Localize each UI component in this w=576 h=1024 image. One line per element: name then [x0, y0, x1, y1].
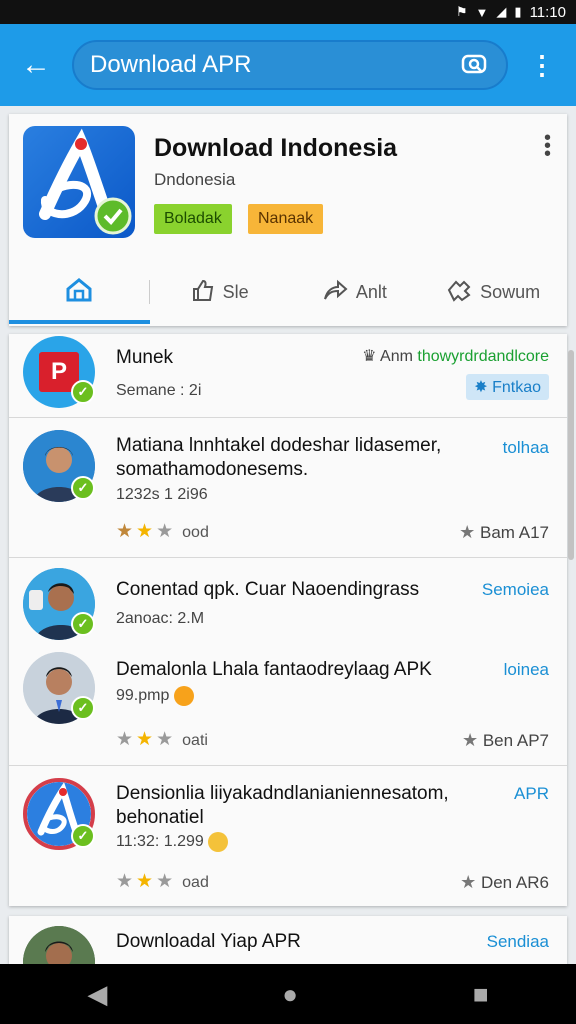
badge-icon: ✸: [474, 379, 488, 396]
app-title: Download Indonesia: [154, 134, 398, 162]
list-item[interactable]: P ✓ Munek Semane : 2i ♛ Anm thowyrdrdand…: [9, 334, 567, 418]
item-meta: 11:32: 1.299: [116, 832, 229, 852]
item-title: Demalonla Lhala fantaodreylaag APK: [116, 659, 432, 680]
tab-share[interactable]: Anlt: [290, 259, 420, 325]
tab-like[interactable]: Sle: [150, 259, 290, 325]
scrollbar[interactable]: [568, 350, 574, 560]
item-link[interactable]: loinea: [504, 660, 549, 680]
tab-label: Anlt: [355, 281, 387, 302]
item-link[interactable]: APR: [514, 784, 549, 804]
tab-label: Sle: [222, 281, 249, 302]
item-meta: 1232s 1 2i96: [116, 486, 208, 503]
list-item[interactable]: Downloadal Yiap APR Sendiaa: [9, 916, 567, 964]
system-nav-bar: ◀ ● ■: [0, 964, 576, 1024]
list-item[interactable]: ✓ Densionlia liiyakadndlanianiennesatom,…: [9, 766, 567, 906]
emoji-icon: [173, 686, 194, 706]
item-title: Matiana lnnhtakel dodeshar lidasemer, so…: [116, 435, 442, 480]
results-list: P ✓ Munek Semane : 2i ♛ Anm thowyrdrdand…: [9, 334, 567, 906]
rating-badge: ★ Bam A17: [459, 522, 549, 542]
list-item-group: ✓ Conentad qpk. Cuar Naoendingrass 2anoa…: [9, 558, 567, 766]
wifi-icon: ▼: [475, 4, 489, 20]
item-chip[interactable]: ✸ Fntkao: [466, 374, 549, 400]
rating-stars: ★★★ oati: [116, 729, 208, 750]
verified-icon: ✓: [71, 612, 95, 636]
star-icon: ★: [459, 522, 476, 542]
puzzle-icon: [446, 278, 472, 307]
item-title: Conentad qpk. Cuar Naoendingrass: [116, 579, 420, 600]
card-menu-icon[interactable]: • • •: [544, 128, 551, 164]
tag-badge[interactable]: Nanaak: [248, 204, 324, 234]
share-icon: [322, 278, 348, 307]
search-input[interactable]: Download APR: [72, 40, 508, 90]
status-bar: ⚑ ▼ ◢ ▮ 11:10: [0, 0, 576, 24]
clock: 11:10: [529, 3, 566, 21]
overflow-menu-icon[interactable]: ⋮: [508, 52, 576, 78]
app-subtitle: Dndonesia: [154, 170, 236, 189]
active-tab-indicator: [9, 320, 150, 324]
item-meta: Semane : 2i: [116, 382, 202, 399]
verified-icon: ✓: [71, 476, 95, 500]
signal-icon: ◢: [496, 4, 507, 19]
rating-stars: ★★★ oad: [116, 871, 209, 892]
home-icon: [65, 277, 93, 308]
item-title: Downloadal Yiap APR: [116, 931, 301, 952]
avatar: [23, 926, 95, 964]
tab-label: Sowum: [480, 281, 541, 302]
item-meta: 99.pmp: [116, 686, 194, 706]
back-nav-icon[interactable]: ◀: [87, 979, 107, 1010]
search-icon[interactable]: [458, 51, 490, 79]
crown-icon: ♛: [362, 348, 377, 365]
item-meta: 2anoac: 2.M: [116, 610, 205, 627]
app-header-card: Download Indonesia Dndonesia Boladak Nan…: [9, 114, 567, 326]
app-logo: [23, 126, 135, 238]
rating-badge: ★ Ben AP7: [461, 730, 549, 750]
tab-bar: Sle Anlt Sowum: [9, 259, 567, 325]
home-nav-icon[interactable]: ●: [282, 979, 298, 1010]
notification-icon: ⚑: [455, 4, 468, 19]
item-link[interactable]: Sendiaa: [487, 932, 549, 952]
category-badge[interactable]: Boladak: [154, 204, 232, 234]
back-arrow-icon[interactable]: ←: [0, 50, 72, 80]
item-title: Munek: [116, 347, 174, 368]
star-icon: ★: [460, 872, 477, 892]
verified-icon: ✓: [71, 696, 95, 720]
rating-stars: ★★★ ood: [116, 521, 209, 542]
item-link[interactable]: tolhaa: [503, 438, 549, 458]
thumbs-up-icon: [191, 278, 215, 307]
item-link[interactable]: Semoiea: [482, 580, 549, 600]
tab-home[interactable]: [9, 259, 149, 325]
search-query[interactable]: Download APR: [90, 51, 458, 79]
battery-icon: ▮: [514, 4, 522, 19]
verified-icon: ✓: [71, 380, 95, 404]
recents-nav-icon[interactable]: ■: [473, 979, 489, 1010]
emoji-icon: [208, 832, 229, 852]
star-icon: ★: [461, 730, 479, 750]
tab-summary[interactable]: Sowum: [419, 259, 567, 325]
app-bar: ← Download APR ⋮: [0, 24, 576, 106]
rating-badge: ★ Den AR6: [460, 872, 549, 892]
list-item[interactable]: ✓ Matiana lnnhtakel dodeshar lidasemer, …: [9, 418, 567, 558]
item-title: Densionlia liiyakadndlanianiennesatom, b…: [116, 783, 449, 828]
verified-icon: ✓: [71, 824, 95, 848]
item-source: ♛ Anm thowyrdrdandlcore: [362, 348, 549, 365]
